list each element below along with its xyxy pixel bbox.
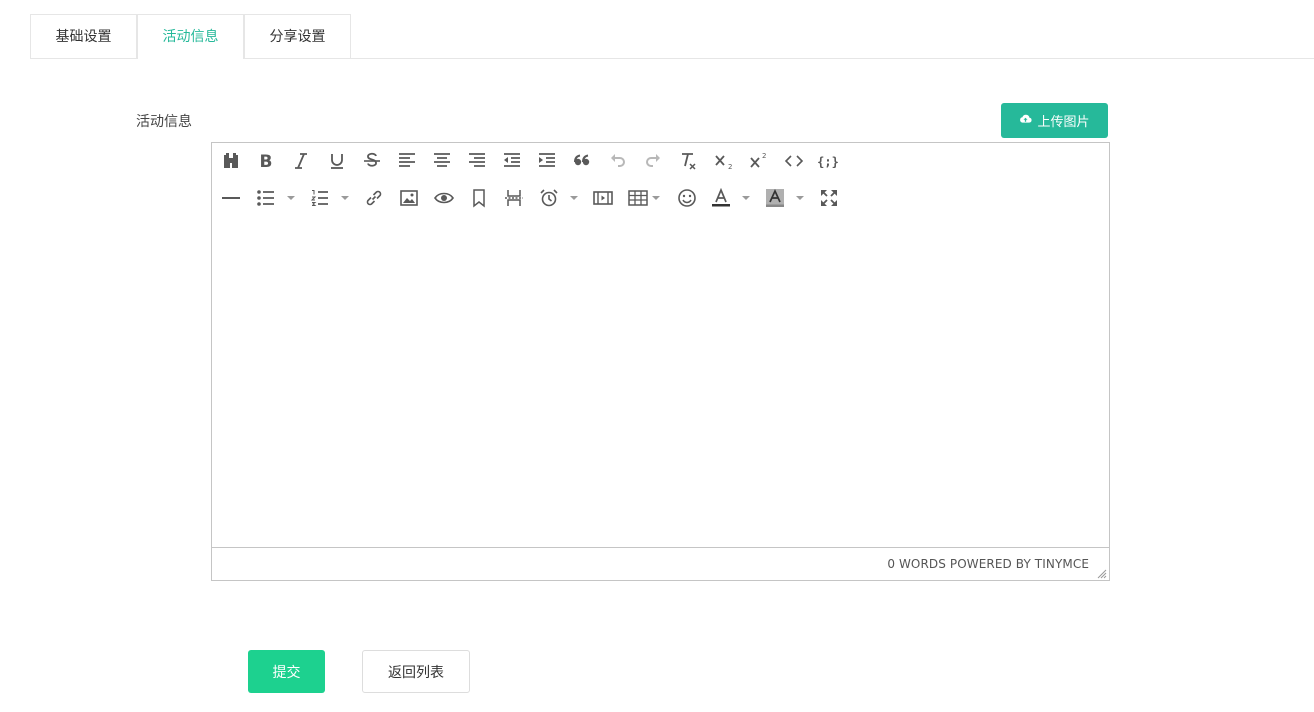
bookmark-icon[interactable] — [468, 184, 490, 212]
align-right-icon[interactable] — [466, 147, 488, 175]
background-color-icon[interactable] — [764, 184, 786, 212]
image-icon[interactable] — [398, 184, 420, 212]
numbered-list-icon[interactable] — [309, 184, 331, 212]
superscript-icon[interactable]: 2 — [747, 147, 769, 175]
tab-bar: 基础设置 活动信息 分享设置 — [30, 14, 1314, 59]
tab-share-settings[interactable]: 分享设置 — [244, 14, 351, 58]
resize-handle-icon[interactable] — [1097, 568, 1107, 579]
media-video-icon[interactable] — [592, 184, 614, 212]
svg-text:2: 2 — [728, 163, 732, 171]
outdent-icon[interactable] — [501, 147, 523, 175]
page-break-icon[interactable] — [503, 184, 525, 212]
code-sample-icon[interactable]: {;} — [817, 147, 839, 175]
redo-icon[interactable] — [642, 147, 664, 175]
link-icon[interactable] — [363, 184, 385, 212]
word-count-status: 0 WORDS POWERED BY TINYMCE — [887, 557, 1089, 571]
undo-icon[interactable] — [607, 147, 629, 175]
horizontal-rule-icon[interactable] — [220, 184, 242, 212]
italic-icon[interactable] — [290, 147, 312, 175]
bullet-list-dropdown-icon[interactable] — [285, 184, 297, 212]
source-code-icon[interactable] — [783, 147, 805, 175]
bullet-list-icon[interactable] — [255, 184, 277, 212]
upload-image-button[interactable]: 上传图片 — [1001, 103, 1108, 138]
underline-icon[interactable] — [326, 147, 348, 175]
emoticons-icon[interactable] — [676, 184, 698, 212]
fullscreen-icon[interactable] — [818, 184, 840, 212]
rich-text-editor: B 2 2 {;} 0 WORDS POWERED BY TINYMCE — [211, 142, 1110, 581]
cloud-upload-icon — [1019, 112, 1033, 129]
align-center-icon[interactable] — [431, 147, 453, 175]
find-replace-icon[interactable] — [220, 147, 242, 175]
back-to-list-button[interactable]: 返回列表 — [362, 650, 470, 693]
upload-image-label: 上传图片 — [1037, 115, 1090, 130]
text-color-dropdown-icon[interactable] — [740, 184, 752, 212]
editor-toolbar: B 2 2 {;} — [212, 143, 1109, 219]
strikethrough-icon[interactable] — [361, 147, 383, 175]
svg-text:B: B — [260, 152, 273, 171]
numbered-list-dropdown-icon[interactable] — [339, 184, 351, 212]
indent-icon[interactable] — [536, 147, 558, 175]
background-color-dropdown-icon[interactable] — [794, 184, 806, 212]
datetime-dropdown-icon[interactable] — [568, 184, 580, 212]
toolbar-row-1: B 2 2 {;} — [212, 143, 1109, 179]
bold-icon[interactable]: B — [255, 147, 277, 175]
tab-basic-settings[interactable]: 基础设置 — [30, 14, 137, 58]
table-icon[interactable] — [627, 184, 649, 212]
svg-text:2: 2 — [762, 152, 766, 160]
tab-activity-info[interactable]: 活动信息 — [137, 14, 244, 59]
svg-text:{;}: {;} — [818, 155, 838, 169]
preview-eye-icon[interactable] — [433, 184, 455, 212]
submit-button[interactable]: 提交 — [248, 650, 325, 693]
text-color-icon[interactable] — [710, 184, 732, 212]
editor-statusbar: 0 WORDS POWERED BY TINYMCE — [212, 547, 1109, 580]
alarm-clock-icon[interactable] — [538, 184, 560, 212]
align-left-icon[interactable] — [396, 147, 418, 175]
remove-format-icon[interactable] — [677, 147, 699, 175]
toolbar-row-2 — [212, 180, 1109, 216]
activity-info-label: 活动信息 — [136, 114, 192, 130]
subscript-icon[interactable]: 2 — [712, 147, 734, 175]
editor-content-area[interactable] — [212, 218, 1109, 548]
blockquote-icon[interactable] — [571, 147, 593, 175]
table-dropdown-icon[interactable] — [650, 184, 662, 212]
